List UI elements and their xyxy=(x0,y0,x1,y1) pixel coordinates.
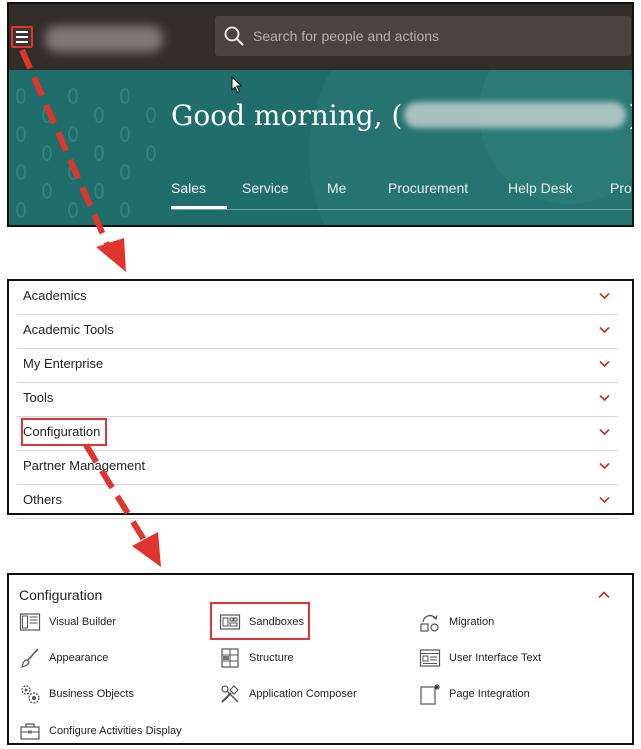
greeting-prefix: Good morning, ( xyxy=(171,98,403,132)
config-item-label: Migration xyxy=(449,616,495,628)
navigator-menu-button[interactable] xyxy=(11,26,33,48)
toolbox-icon xyxy=(20,723,40,740)
tab-help-desk[interactable]: Help Desk xyxy=(508,170,573,206)
config-sandboxes[interactable]: Sandboxes xyxy=(219,610,304,634)
chevron-up-icon[interactable] xyxy=(598,591,610,599)
hamburger-icon-bar xyxy=(16,41,28,43)
search-icon xyxy=(224,26,244,46)
navigator-item-academic-tools[interactable]: Academic Tools xyxy=(17,315,618,349)
config-item-label: Page Integration xyxy=(449,688,530,700)
home-tabs: Sales Service Me Procurement Help Desk P… xyxy=(171,170,632,210)
navigator-item-label: My Enterprise xyxy=(23,356,104,371)
config-item-label: User Interface Text xyxy=(449,652,542,664)
migration-icon xyxy=(420,614,439,632)
config-item-label: Application Composer xyxy=(249,688,357,700)
navigator-item-label: Partner Management xyxy=(23,458,146,473)
home-page-header: Good morning, ( )! Sales Service Me Proc… xyxy=(7,2,634,227)
navigator-item-my-enterprise[interactable]: My Enterprise xyxy=(17,349,618,383)
config-item-label: Business Objects xyxy=(49,688,134,700)
user-name-redacted xyxy=(404,102,627,128)
mouse-pointer-icon xyxy=(231,76,243,94)
tools-icon xyxy=(221,685,239,703)
config-application-composer[interactable]: Application Composer xyxy=(219,682,357,706)
config-item-label: Structure xyxy=(249,652,294,664)
configuration-group: Configuration Visual Builder Sandboxes M… xyxy=(7,573,634,745)
config-visual-builder[interactable]: Visual Builder xyxy=(19,610,116,634)
structure-grid-icon xyxy=(221,648,239,668)
navigator-item-label: Others xyxy=(23,492,63,507)
navigator-item-label: Academic Tools xyxy=(23,322,114,337)
tab-sales[interactable]: Sales xyxy=(171,170,206,206)
navigator-item-academics[interactable]: Academics xyxy=(17,281,618,315)
config-user-interface-text[interactable]: User Interface Text xyxy=(419,646,541,670)
navigator-item-label: Configuration xyxy=(23,424,101,439)
navigator-item-configuration[interactable]: Configuration xyxy=(17,417,618,451)
search-input[interactable] xyxy=(253,16,623,56)
config-page-integration[interactable]: Page Integration xyxy=(419,682,530,706)
navigator-menu: Academics Academic Tools My Enterprise T… xyxy=(7,279,634,519)
greeting-heading: Good morning, ( )! xyxy=(171,95,632,135)
navigator-item-label: Academics xyxy=(23,288,87,303)
config-item-label: Configure Activities Display xyxy=(49,725,182,737)
company-logo[interactable] xyxy=(45,26,163,52)
config-item-label: Sandboxes xyxy=(249,616,305,628)
chevron-down-icon xyxy=(599,326,610,334)
greeting-suffix: )! xyxy=(628,99,632,132)
config-item-label: Appearance xyxy=(49,652,109,664)
config-business-objects[interactable]: Business Objects xyxy=(19,682,134,706)
global-search[interactable] xyxy=(215,16,631,56)
config-item-label: Visual Builder xyxy=(49,616,117,628)
navigator-item-partner-management[interactable]: Partner Management xyxy=(17,451,618,485)
sandboxes-icon xyxy=(219,614,241,630)
user-interface-text-icon xyxy=(419,649,441,667)
tab-me[interactable]: Me xyxy=(327,170,346,206)
hamburger-icon-bar xyxy=(16,36,28,38)
chevron-down-icon xyxy=(599,394,610,402)
config-structure[interactable]: Structure xyxy=(219,646,294,670)
chevron-down-icon xyxy=(599,292,610,300)
navigator-item-others[interactable]: Others xyxy=(17,485,618,519)
active-tab-indicator xyxy=(171,206,227,209)
config-migration[interactable]: Migration xyxy=(419,610,494,634)
chevron-down-icon xyxy=(599,428,610,436)
tab-procurement[interactable]: Procurement xyxy=(388,170,468,206)
config-configure-activities-display[interactable]: Configure Activities Display xyxy=(19,719,182,743)
navigator-item-tools[interactable]: Tools xyxy=(17,383,618,417)
configuration-group-title: Configuration xyxy=(19,587,103,603)
chevron-down-icon xyxy=(599,360,610,368)
tab-procurement-overflow[interactable]: Pro xyxy=(610,170,632,206)
paintbrush-icon xyxy=(21,648,39,668)
top-bar xyxy=(9,4,632,70)
chevron-down-icon xyxy=(599,462,610,470)
hamburger-icon xyxy=(16,31,28,33)
navigator-item-label: Tools xyxy=(23,390,54,405)
visual-builder-icon xyxy=(19,613,41,631)
page-integration-icon xyxy=(420,684,440,705)
chevron-down-icon xyxy=(599,496,610,504)
gears-icon xyxy=(21,685,40,704)
tab-service[interactable]: Service xyxy=(242,170,289,206)
config-appearance[interactable]: Appearance xyxy=(19,646,108,670)
